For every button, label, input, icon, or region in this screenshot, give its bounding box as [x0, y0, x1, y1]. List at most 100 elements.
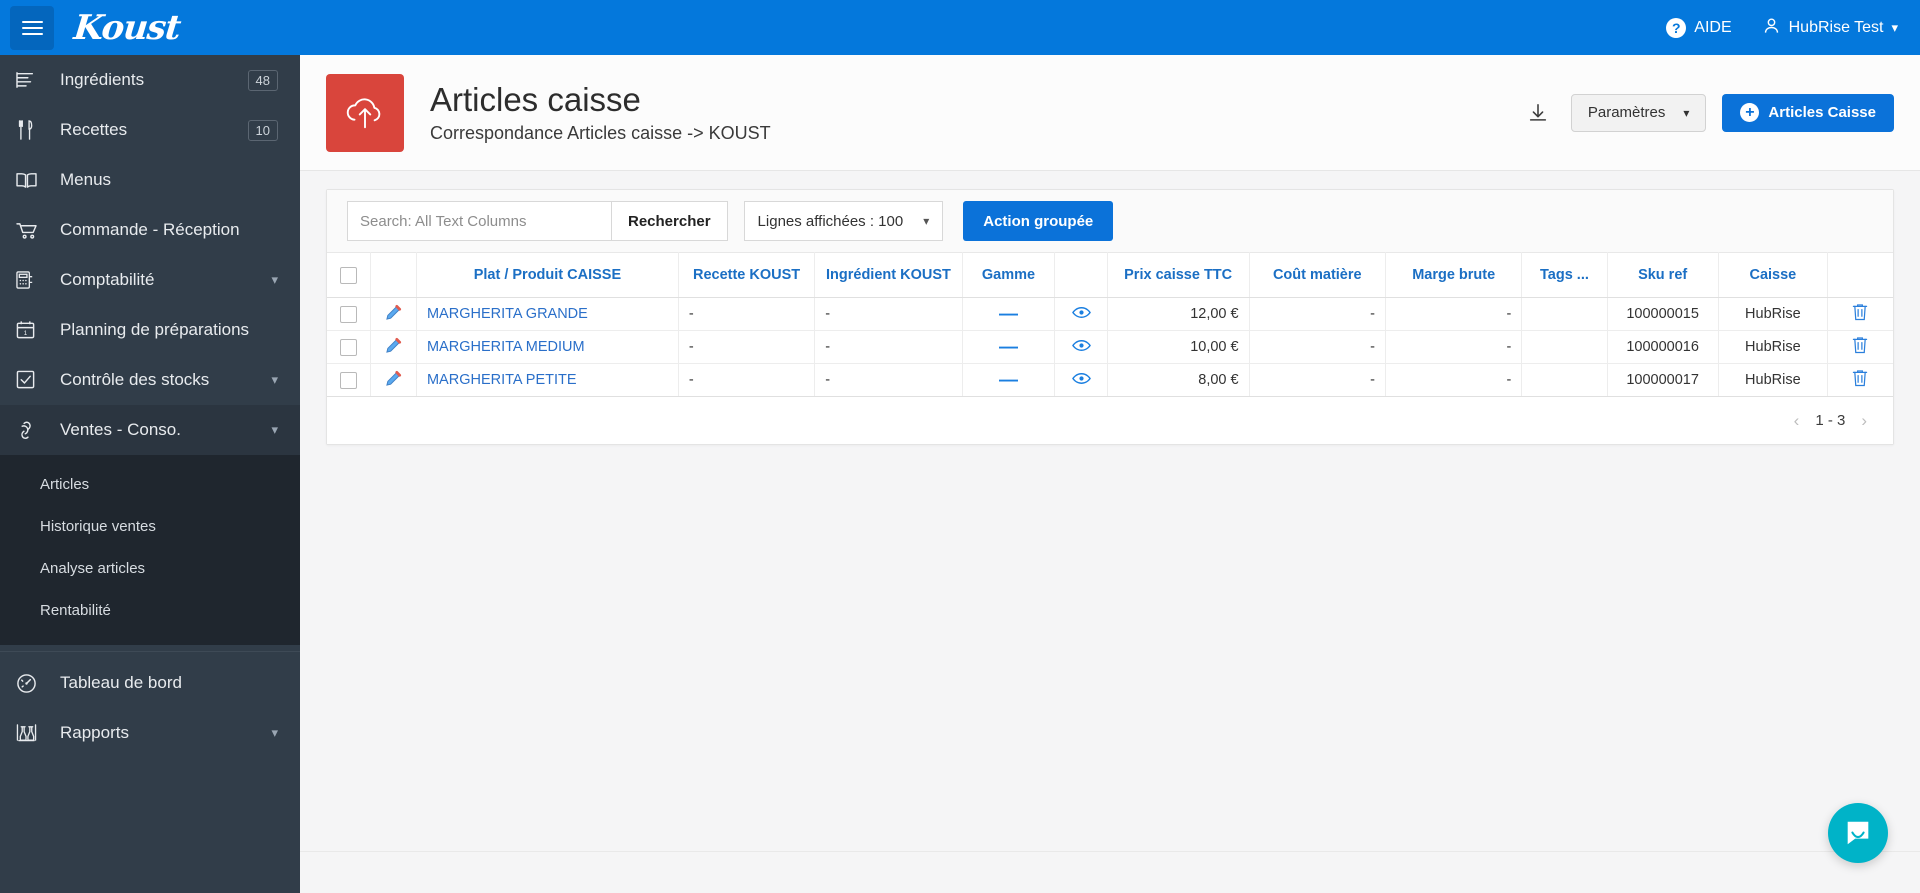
sidebar-item-tableau-de-bord[interactable]: Tableau de bord — [0, 658, 300, 708]
sidebar-subitem-analyse-articles[interactable]: Analyse articles — [0, 547, 300, 589]
plat-link[interactable]: MARGHERITA GRANDE — [427, 306, 588, 322]
table-card: Rechercher Lignes affichées : 100 ▾ Acti… — [326, 189, 1894, 445]
cell-ingredient: - — [814, 297, 963, 331]
cloud-upload-icon — [326, 73, 404, 152]
sidebar-item-ingredients[interactable]: Ingrédients 48 — [0, 55, 300, 105]
cell-recette: - — [678, 363, 816, 397]
sidebar-item-recettes[interactable]: Recettes 10 — [0, 105, 300, 155]
chevron-down-icon: ▾ — [271, 725, 278, 740]
sidebar-divider — [0, 651, 300, 652]
lab-flasks-icon — [16, 721, 46, 745]
download-icon[interactable] — [1521, 96, 1555, 130]
rows-per-page-select[interactable]: Lignes affichées : 100 ▾ — [743, 201, 944, 241]
table-head: Plat / Produit CAISSE Recette KOUST Ingr… — [327, 252, 1893, 298]
help-link[interactable]: ? AIDE — [1666, 17, 1732, 38]
th-delete — [1827, 252, 1893, 298]
sidebar-item-ventes-conso[interactable]: Ventes - Conso. ▾ — [0, 405, 300, 455]
th-marge-brute[interactable]: Marge brute — [1385, 252, 1523, 298]
th-plat-produit-caisse[interactable]: Plat / Produit CAISSE — [416, 252, 679, 298]
sidebar-subitem-articles[interactable]: Articles — [0, 463, 300, 505]
th-recette-koust[interactable]: Recette KOUST — [678, 252, 816, 298]
trash-icon[interactable] — [1852, 304, 1868, 325]
add-button-label: Articles Caisse — [1768, 104, 1876, 121]
sidebar-subitem-rentabilite[interactable]: Rentabilité — [0, 589, 300, 631]
row-checkbox[interactable] — [340, 338, 358, 356]
cell-delete — [1827, 330, 1893, 364]
chevron-down-icon: ▾ — [271, 272, 278, 287]
cell-eye — [1054, 297, 1108, 331]
gamme-value: — — [998, 336, 1018, 358]
th-sku-ref[interactable]: Sku ref — [1607, 252, 1719, 298]
th-tags[interactable]: Tags ... — [1521, 252, 1608, 298]
sidebar-item-label: Contrôle des stocks — [60, 370, 210, 389]
plat-link[interactable]: MARGHERITA PETITE — [427, 372, 577, 388]
cell-prix: 10,00 € — [1107, 330, 1250, 364]
sidebar-item-comptabilite[interactable]: Comptabilité ▾ — [0, 255, 300, 305]
plus-circle-icon: + — [1740, 103, 1760, 122]
trash-icon[interactable] — [1852, 337, 1868, 358]
cell-plat: MARGHERITA MEDIUM — [416, 330, 679, 364]
list-lines-icon — [16, 68, 46, 92]
fork-knife-icon — [16, 118, 46, 142]
cell-eye — [1054, 330, 1108, 364]
sidebar-item-label: Ventes - Conso. — [60, 420, 181, 439]
cell-tags — [1521, 297, 1608, 331]
pencil-icon[interactable] — [385, 337, 402, 358]
eye-icon[interactable] — [1071, 306, 1091, 323]
row-checkbox[interactable] — [340, 371, 358, 389]
sidebar-item-rapports[interactable]: Rapports ▾ — [0, 708, 300, 758]
trash-icon[interactable] — [1852, 370, 1868, 391]
cell-select — [327, 330, 372, 364]
cell-edit — [370, 363, 417, 397]
cell-cout: - — [1249, 363, 1386, 397]
sidebar-item-planning-preparations[interactable]: 1 Planning de préparations — [0, 305, 300, 355]
person-icon — [1762, 16, 1781, 40]
eye-icon[interactable] — [1071, 372, 1091, 389]
add-articles-caisse-button[interactable]: + Articles Caisse — [1722, 93, 1894, 132]
th-ingredient-koust[interactable]: Ingrédient KOUST — [814, 252, 963, 298]
page-subtitle: Correspondance Articles caisse -> KOUST — [430, 122, 771, 143]
th-caisse[interactable]: Caisse — [1718, 252, 1828, 298]
sidebar-item-label: Planning de préparations — [60, 320, 250, 339]
sidebar-item-controle-des-stocks[interactable]: Contrôle des stocks ▾ — [0, 355, 300, 405]
pencil-icon[interactable] — [385, 304, 402, 325]
search-button[interactable]: Rechercher — [611, 201, 728, 241]
cell-sku: 100000016 — [1607, 330, 1719, 364]
cell-tags — [1521, 330, 1608, 364]
user-menu[interactable]: HubRise Test ▾ — [1762, 16, 1898, 40]
pagination-prev[interactable]: ‹ — [1794, 411, 1800, 431]
row-checkbox[interactable] — [340, 305, 358, 323]
search-group: Rechercher — [347, 201, 728, 241]
cell-cout: - — [1249, 330, 1386, 364]
th-prix-caisse-ttc[interactable]: Prix caisse TTC — [1107, 252, 1250, 298]
sidebar-item-label: Rapports — [60, 723, 129, 742]
select-all-checkbox[interactable] — [340, 266, 358, 284]
articles-table: Plat / Produit CAISSE Recette KOUST Ingr… — [327, 252, 1893, 397]
cell-gamme: — — [962, 330, 1056, 364]
sidebar-subitem-historique-ventes[interactable]: Historique ventes — [0, 505, 300, 547]
page-header: Articles caisse Correspondance Articles … — [300, 55, 1920, 171]
search-input[interactable] — [347, 201, 611, 241]
cell-marge: - — [1385, 297, 1523, 331]
eye-icon[interactable] — [1071, 339, 1091, 356]
pencil-icon[interactable] — [385, 370, 402, 391]
plat-link[interactable]: MARGHERITA MEDIUM — [427, 339, 585, 355]
calendar-icon: 1 — [16, 318, 46, 342]
bulk-action-button[interactable]: Action groupée — [963, 201, 1114, 241]
header-actions: Paramètres ▾ + Articles Caisse — [1521, 93, 1894, 132]
parametres-dropdown[interactable]: Paramètres ▾ — [1570, 93, 1707, 132]
cell-tags — [1521, 363, 1608, 397]
cell-marge: - — [1385, 330, 1523, 364]
th-gamme[interactable]: Gamme — [962, 252, 1056, 298]
chat-bubble-icon[interactable] — [1828, 803, 1888, 863]
th-cout-matiere[interactable]: Coût matière — [1249, 252, 1386, 298]
sidebar-item-commande-reception[interactable]: Commande - Réception — [0, 205, 300, 255]
help-label: AIDE — [1694, 18, 1732, 36]
pagination-next[interactable]: › — [1861, 411, 1867, 431]
hamburger-icon[interactable] — [10, 5, 54, 50]
chevron-down-icon: ▾ — [923, 214, 930, 228]
sidebar-item-menus[interactable]: Menus — [0, 155, 300, 205]
rows-per-page-label: Lignes affichées : 100 — [757, 212, 904, 230]
sidebar-item-label: Tableau de bord — [60, 673, 182, 692]
cell-cout: - — [1249, 297, 1386, 331]
